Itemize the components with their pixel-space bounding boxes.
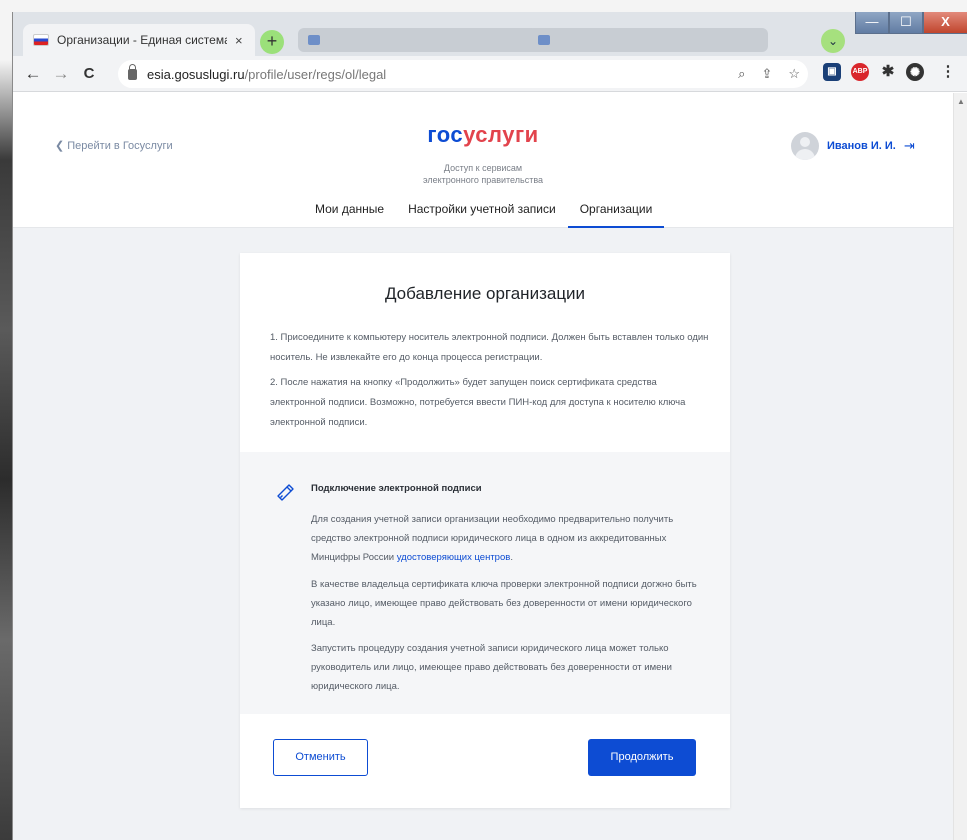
lock-icon[interactable] [128,63,137,80]
logo-part1: гос [427,122,464,147]
new-tab-button[interactable]: + [260,30,284,54]
tab-organizations[interactable]: Организации [567,202,665,228]
site-subtitle: Доступ к сервисам электронного правитель… [383,162,583,186]
window-close-button[interactable]: X [923,12,967,34]
signature-info-block: Подключение электронной подписи Для созд… [240,452,730,714]
tab-my-data[interactable]: Мои данные [303,202,396,228]
avatar [791,132,819,160]
info-title: Подключение электронной подписи [311,483,482,494]
tab-active[interactable]: Организации - Единая система × [23,24,255,56]
zoom-icon[interactable]: ⌕ [738,66,745,82]
info-paragraph-3: Запустить процедуру создания учетной зап… [311,643,672,692]
add-organization-card: Добавление организации 1. Присоедините к… [240,253,730,808]
window-maximize-button[interactable]: ☐ [889,12,923,34]
continue-button[interactable]: Продолжить [588,739,696,776]
cancel-button[interactable]: Отменить [273,739,368,776]
back-arrow-icon[interactable]: ← [19,64,47,84]
usb-token-icon [277,484,294,501]
tab-background[interactable] [528,28,768,52]
tab-strip: Организации - Единая система × + ⌄ — ☐ X [13,12,967,56]
url-host: esia.gosuslugi.ru [147,66,245,82]
puzzle-icon[interactable]: ✱ [879,63,897,81]
logo-part2: услуги [463,122,539,147]
subtitle-line2: электронного правительства [422,175,544,185]
bookmark-ext-icon[interactable]: ▣ [823,63,841,81]
bookmark-star-icon[interactable]: ☆ [788,66,800,82]
tab-favicon-icon [308,35,320,45]
tab-close-icon[interactable]: × [235,33,243,48]
page-scrollbar[interactable]: ▲ [953,93,967,840]
profile-icon[interactable]: ✺ [906,63,924,81]
tab-background[interactable] [298,28,538,52]
desktop-background [0,0,967,12]
tab-favicon-icon [538,35,550,45]
tab-search-chevron-down-icon[interactable]: ⌄ [821,29,845,53]
user-menu[interactable]: Иванов И. И. ⇥ [791,132,915,160]
tab-title: Организации - Единая система [57,33,227,47]
adblock-icon[interactable]: ABP [851,63,869,81]
forward-arrow-icon[interactable]: → [47,64,75,84]
menu-kebab-icon[interactable]: ⋮ [939,63,957,81]
desktop-background-left [0,0,12,840]
scroll-up-arrow-icon[interactable]: ▲ [957,97,965,106]
site-header: ❮ Перейти в Госуслуги госуслуги Доступ к… [13,93,953,228]
share-icon[interactable]: ⇪ [761,66,772,82]
russia-flag-favicon-icon [33,34,49,46]
tab-account-settings[interactable]: Настройки учетной записи [396,202,568,228]
url-path: /profile/user/regs/ol/legal [244,66,387,82]
certification-centers-link[interactable]: удостоверяющих центров [397,552,511,563]
instruction-step-1: 1. Присоедините к компьютеру носитель эл… [270,332,709,363]
subtitle-line1: Доступ к сервисам [443,163,523,173]
logout-icon[interactable]: ⇥ [904,138,915,154]
omnibox-actions: ⌕ ⇪ ☆ [738,60,800,88]
info-paragraph-1: Для создания учетной записи организации … [311,510,701,567]
info-paragraph-2: В качестве владельца сертификата ключа п… [311,579,697,628]
user-name[interactable]: Иванов И. И. [827,140,896,152]
reload-icon[interactable]: C [75,65,103,82]
page-title: Добавление организации [384,284,586,303]
address-bar[interactable]: esia.gosuslugi.ru/profile/user/regs/ol/l… [118,60,808,88]
browser-toolbar: ← → C esia.gosuslugi.ru/profile/user/reg… [13,56,967,92]
window-minimize-button[interactable]: — [855,12,889,34]
profile-nav: Мои данные Настройки учетной записи Орга… [303,202,665,228]
instruction-step-2: 2. После нажатия на кнопку «Продолжить» … [270,377,686,428]
browser-window: Организации - Единая система × + ⌄ — ☐ X… [12,12,967,840]
page-content: ❮ Перейти в Госуслуги госуслуги Доступ к… [13,93,953,840]
info-paragraph-1-end: . [510,552,513,563]
